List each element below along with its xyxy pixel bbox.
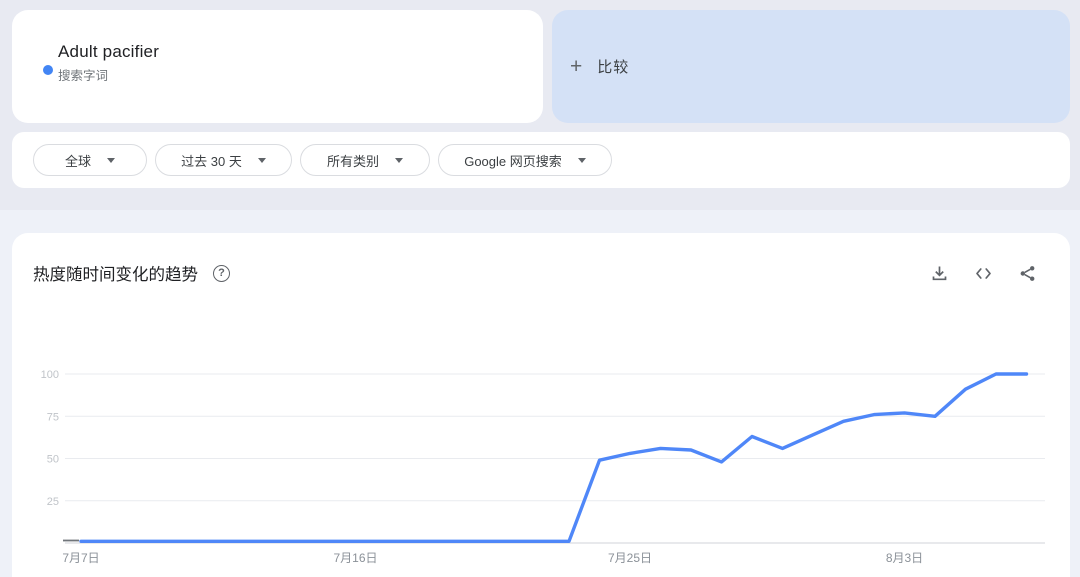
filter-pill-3[interactable]: Google 网页搜索	[438, 144, 612, 176]
search-term-title: Adult pacifier	[58, 42, 160, 61]
filter-pill-label: 全球	[64, 153, 91, 169]
download-icon[interactable]	[930, 264, 949, 283]
plus-icon: +	[570, 54, 583, 78]
share-icon[interactable]	[1018, 264, 1037, 283]
filter-pill-label: 过去 30 天	[181, 153, 242, 169]
trend-line	[79, 372, 1029, 544]
chart-header: 热度随时间变化的趋势 ?	[12, 233, 1070, 285]
filter-pill-0[interactable]: 全球	[33, 144, 147, 176]
chart-title: 热度随时间变化的趋势	[33, 266, 198, 284]
x-tick-label: 7月25日	[608, 551, 652, 565]
chevron-down-icon	[257, 157, 266, 163]
y-axis-label: 75	[47, 411, 59, 423]
y-axis-label: 50	[47, 454, 59, 466]
chart-actions	[930, 264, 1037, 283]
chevron-down-icon	[107, 157, 115, 163]
y-axis-label: 25	[47, 496, 59, 508]
filter-bar: 全球 过去 30 天 所有类别 Google 网页搜索	[12, 132, 1070, 188]
trend-chart[interactable]: 25 50 75 100 7月7日 7月16日 7月25日 8月3日	[12, 340, 1070, 577]
filter-pill-2[interactable]: 所有类别	[300, 144, 430, 176]
interest-over-time-card: 热度随时间变化的趋势 ? 25 50 75 100 7月7日 7月16日 7月25日 8月3日	[12, 233, 1070, 577]
search-term-type-label: 搜索字词	[58, 69, 109, 83]
compare-label: 比较	[597, 59, 630, 76]
embed-icon[interactable]	[974, 264, 993, 283]
help-icon[interactable]: ?	[213, 264, 230, 282]
x-tick-label: 8月3日	[886, 551, 923, 565]
chevron-down-icon	[577, 157, 586, 163]
filter-pill-1[interactable]: 过去 30 天	[155, 144, 292, 176]
filter-pill-label: Google 网页搜索	[464, 153, 562, 169]
add-comparison-button[interactable]: + 比较	[552, 10, 1070, 123]
x-tick-label: 7月16日	[333, 551, 377, 565]
chevron-down-icon	[395, 157, 403, 163]
series-color-dot-icon	[43, 65, 53, 75]
filter-pill-label: 所有类别	[326, 153, 379, 169]
search-term-card[interactable]: Adult pacifier 搜索字词	[12, 10, 543, 123]
y-axis-label: 100	[41, 369, 59, 381]
x-tick-label: 7月7日	[62, 551, 99, 565]
